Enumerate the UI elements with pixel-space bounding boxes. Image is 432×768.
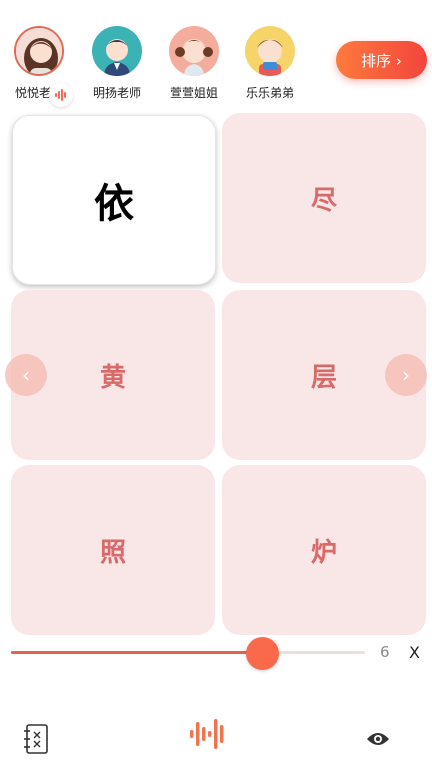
slider-value: 6 (380, 643, 390, 661)
teacher-name: 乐乐弟弟 (245, 86, 294, 100)
teacher-xuanxuan[interactable]: 萱萱姐姐 (158, 26, 230, 101)
character-card[interactable]: 尽 (222, 113, 426, 283)
avatar (169, 26, 219, 76)
bottom-toolbar (0, 705, 432, 768)
speed-slider-thumb[interactable] (245, 637, 279, 670)
avatar (245, 26, 295, 76)
sort-button[interactable]: 排序 › (336, 41, 427, 79)
character-card[interactable]: 依 (12, 115, 216, 285)
character-card[interactable]: 炉 (222, 465, 426, 635)
audio-wave-icon[interactable] (189, 716, 225, 752)
teacher-yueyue[interactable]: 悦悦老师 (3, 26, 75, 107)
previous-page-button[interactable]: ‹ (5, 354, 47, 396)
teacher-lele[interactable]: 乐乐弟弟 (234, 26, 306, 101)
voice-icon (49, 83, 73, 107)
speed-slider-track[interactable] (11, 651, 365, 654)
speed-slider-fill (11, 651, 263, 654)
next-page-button[interactable]: › (385, 354, 427, 396)
character-card[interactable]: 照 (11, 465, 215, 635)
avatar (92, 26, 142, 76)
teacher-name: 萱萱姐姐 (169, 86, 218, 100)
close-button[interactable]: X (409, 643, 420, 662)
teacher-name: 明扬老师 (92, 86, 141, 100)
notebook-icon[interactable] (22, 723, 50, 755)
teacher-mingyang[interactable]: 明扬老师 (81, 26, 153, 101)
avatar (14, 26, 64, 76)
eye-icon[interactable] (366, 731, 390, 747)
